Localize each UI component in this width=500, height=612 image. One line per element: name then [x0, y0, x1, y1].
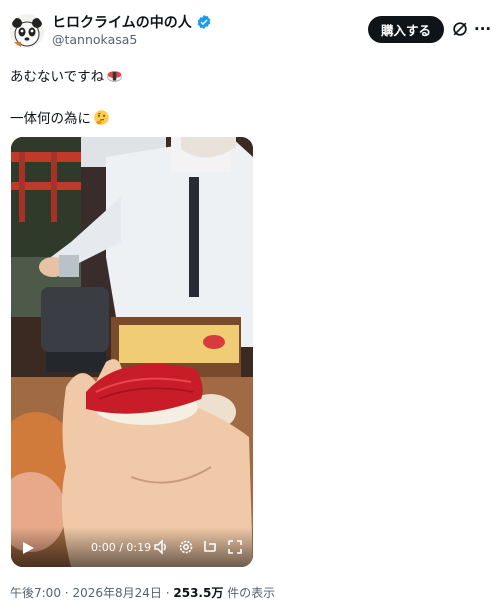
display-name-text: ヒロクライムの中の人 [52, 15, 192, 31]
more-icon[interactable]: ··· [474, 19, 494, 39]
tweet-text-line-1: あむないですね [10, 65, 123, 85]
meta-separator: · [64, 586, 69, 600]
settings-icon[interactable] [178, 539, 194, 555]
view-count: 253.5万 [173, 586, 224, 600]
sushi-emoji [107, 70, 122, 82]
play-icon[interactable] [21, 541, 35, 555]
panda-avatar-icon [10, 14, 44, 48]
post-date[interactable]: 2026年8月24日 [72, 586, 161, 600]
tweet-text-1: あむないですね [10, 69, 105, 85]
video-frame-image [11, 137, 253, 567]
thinking-face-emoji [94, 109, 109, 125]
meta-separator: · [165, 586, 170, 600]
author-handle[interactable]: @tannokasa5 [52, 32, 137, 47]
view-count-label: 件の表示 [227, 586, 276, 600]
tweet-header: ヒロクライムの中の人 @tannokasa5 購入する ··· [0, 0, 500, 56]
buy-button[interactable]: 購入する [368, 16, 444, 43]
grok-icon[interactable] [450, 19, 470, 39]
tweet-text-line-2: 一体何の為に [10, 107, 110, 127]
tweet-text-2: 一体何の為に [10, 111, 91, 127]
video-player[interactable]: 0:00 / 0:19 [11, 137, 253, 567]
verified-badge-icon [197, 15, 211, 29]
tweet-metadata: 午後7:00 · 2026年8月24日 · 253.5万 件の表示 [10, 584, 275, 601]
fullscreen-icon[interactable] [227, 539, 243, 555]
avatar[interactable] [10, 14, 44, 48]
volume-icon[interactable] [153, 539, 169, 555]
video-time: 0:00 / 0:19 [91, 541, 152, 554]
author-display-name[interactable]: ヒロクライムの中の人 [52, 12, 212, 32]
video-controls-bar: 0:00 / 0:19 [11, 527, 253, 567]
post-time[interactable]: 午後7:00 [10, 586, 61, 600]
pip-icon[interactable] [202, 539, 218, 555]
